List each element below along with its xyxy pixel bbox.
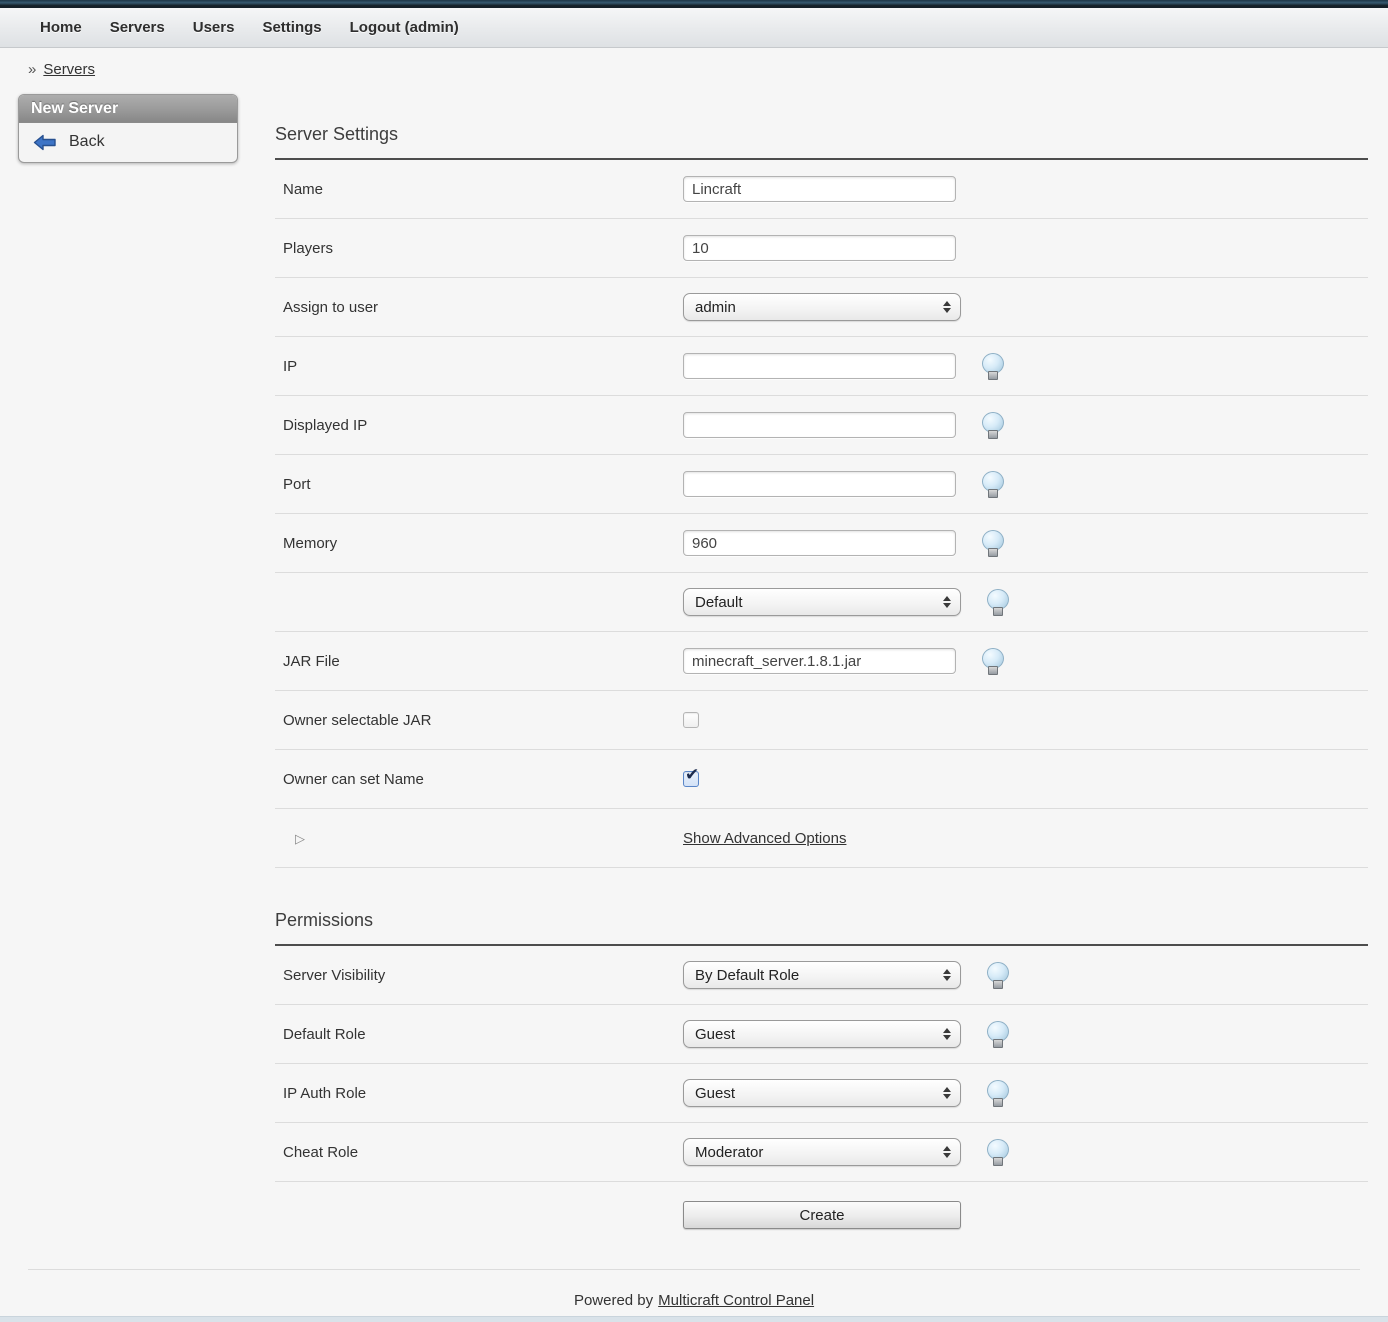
name-label: Name <box>283 181 683 198</box>
triangle-right-icon[interactable]: ▷ <box>295 831 305 846</box>
nav-servers[interactable]: Servers <box>110 19 165 36</box>
owner-can-set-name-checkbox[interactable]: ✔ <box>683 771 699 787</box>
breadcrumb-servers-link[interactable]: Servers <box>43 61 95 78</box>
lightbulb-help-icon[interactable] <box>982 412 1003 438</box>
lightbulb-help-icon[interactable] <box>982 530 1003 556</box>
assign-to-user-row: Assign to user admin <box>275 278 1368 337</box>
default-role-row: Default Role Guest <box>275 1005 1368 1064</box>
ip-input[interactable] <box>683 353 956 379</box>
ip-auth-role-label: IP Auth Role <box>283 1085 683 1102</box>
owner-selectable-jar-label: Owner selectable JAR <box>283 712 683 729</box>
name-row: Name <box>275 160 1368 219</box>
footer-text: Powered by <box>574 1292 653 1309</box>
owner-selectable-jar-checkbox[interactable] <box>683 712 699 728</box>
new-server-panel: New Server Back <box>18 94 238 163</box>
lightbulb-help-icon[interactable] <box>982 353 1003 379</box>
up-down-stepper-icon <box>943 969 951 981</box>
assign-to-user-label: Assign to user <box>283 299 683 316</box>
nav-logout[interactable]: Logout (admin) <box>350 19 459 36</box>
cheat-role-label: Cheat Role <box>283 1144 683 1161</box>
port-input[interactable] <box>683 471 956 497</box>
port-row: Port <box>275 455 1368 514</box>
back-button[interactable]: Back <box>19 123 237 162</box>
back-label: Back <box>69 133 105 151</box>
lightbulb-help-icon[interactable] <box>987 962 1008 988</box>
up-down-stepper-icon <box>943 301 951 313</box>
show-advanced-options-link[interactable]: Show Advanced Options <box>683 830 846 847</box>
advanced-options-row: ▷ Show Advanced Options <box>275 809 1368 868</box>
owner-can-set-name-label: Owner can set Name <box>283 771 683 788</box>
jar-type-value: Default <box>695 594 743 611</box>
jar-file-input[interactable] <box>683 648 956 674</box>
nav-users[interactable]: Users <box>193 19 235 36</box>
displayed-ip-row: Displayed IP <box>275 396 1368 455</box>
displayed-ip-input[interactable] <box>683 412 956 438</box>
owner-selectable-jar-row: Owner selectable JAR <box>275 691 1368 750</box>
ip-label: IP <box>283 358 683 375</box>
main-navbar: Home Servers Users Settings Logout (admi… <box>0 8 1388 48</box>
jar-file-label: JAR File <box>283 653 683 670</box>
players-label: Players <box>283 240 683 257</box>
check-icon: ✔ <box>685 765 699 785</box>
memory-input[interactable] <box>683 530 956 556</box>
memory-row: Memory <box>275 514 1368 573</box>
up-down-stepper-icon <box>943 1087 951 1099</box>
server-visibility-value: By Default Role <box>695 967 799 984</box>
cheat-role-select[interactable]: Moderator <box>683 1138 961 1166</box>
create-row: Create <box>275 1182 1368 1256</box>
section-gap <box>275 868 1368 910</box>
breadcrumb-separator: » <box>28 61 36 78</box>
up-down-stepper-icon <box>943 596 951 608</box>
port-label: Port <box>283 476 683 493</box>
players-row: Players <box>275 219 1368 278</box>
cheat-role-row: Cheat Role Moderator <box>275 1123 1368 1182</box>
footer: Powered by Multicraft Control Panel <box>0 1270 1388 1309</box>
lightbulb-help-icon[interactable] <box>987 589 1008 615</box>
cheat-role-value: Moderator <box>695 1144 763 1161</box>
breadcrumb: » Servers <box>0 48 1388 78</box>
permissions-title: Permissions <box>275 910 1368 931</box>
server-settings-title: Server Settings <box>275 124 1368 145</box>
back-arrow-icon <box>33 134 57 151</box>
lightbulb-help-icon[interactable] <box>982 471 1003 497</box>
multicraft-control-panel-link[interactable]: Multicraft Control Panel <box>658 1292 814 1309</box>
nav-home[interactable]: Home <box>40 19 82 36</box>
owner-can-set-name-row: Owner can set Name ✔ <box>275 750 1368 809</box>
lightbulb-help-icon[interactable] <box>987 1080 1008 1106</box>
jar-file-row: JAR File <box>275 632 1368 691</box>
lightbulb-help-icon[interactable] <box>987 1139 1008 1165</box>
lightbulb-help-icon[interactable] <box>982 648 1003 674</box>
server-visibility-label: Server Visibility <box>283 967 683 984</box>
ip-auth-role-select[interactable]: Guest <box>683 1079 961 1107</box>
top-accent-strip <box>0 0 1388 8</box>
name-input[interactable] <box>683 176 956 202</box>
default-role-value: Guest <box>695 1026 735 1043</box>
ip-auth-role-row: IP Auth Role Guest <box>275 1064 1368 1123</box>
players-input[interactable] <box>683 235 956 261</box>
lightbulb-help-icon[interactable] <box>987 1021 1008 1047</box>
server-form: Server Settings Name Players Assign to u… <box>275 78 1368 1256</box>
create-button[interactable]: Create <box>683 1201 961 1229</box>
server-visibility-select[interactable]: By Default Role <box>683 961 961 989</box>
panel-title: New Server <box>19 95 237 123</box>
jar-type-row: Default <box>275 573 1368 632</box>
up-down-stepper-icon <box>943 1028 951 1040</box>
memory-label: Memory <box>283 535 683 552</box>
displayed-ip-label: Displayed IP <box>283 417 683 434</box>
jar-type-select[interactable]: Default <box>683 588 961 616</box>
ip-auth-role-value: Guest <box>695 1085 735 1102</box>
assign-to-user-value: admin <box>695 299 736 316</box>
server-visibility-row: Server Visibility By Default Role <box>275 946 1368 1005</box>
up-down-stepper-icon <box>943 1146 951 1158</box>
default-role-label: Default Role <box>283 1026 683 1043</box>
ip-row: IP <box>275 337 1368 396</box>
bottom-accent-strip <box>0 1316 1388 1322</box>
assign-to-user-select[interactable]: admin <box>683 293 961 321</box>
nav-settings[interactable]: Settings <box>262 19 321 36</box>
default-role-select[interactable]: Guest <box>683 1020 961 1048</box>
